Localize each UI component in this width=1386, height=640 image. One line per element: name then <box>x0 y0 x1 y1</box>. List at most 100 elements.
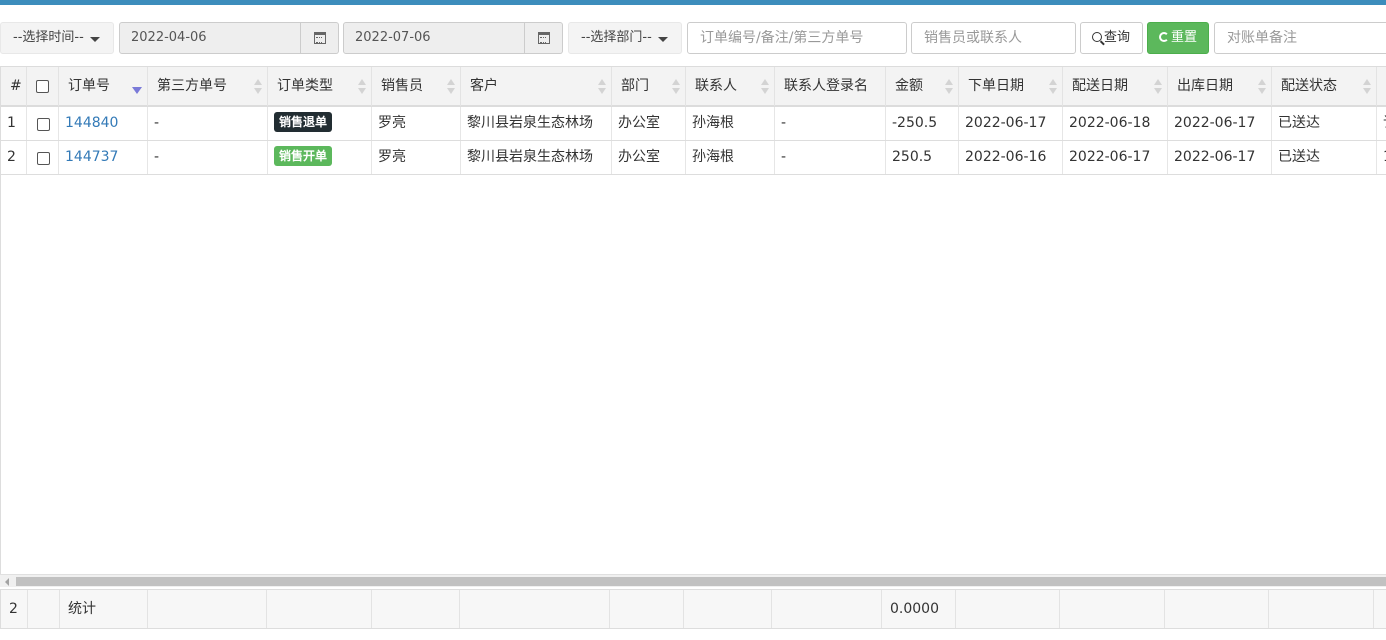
horizontal-scrollbar[interactable] <box>0 574 1386 587</box>
header-outbound-date-label: 出库日期 <box>1177 78 1233 94</box>
overflow-cell: 订 <box>1377 107 1386 140</box>
contact-cell: 孙海根 <box>686 141 775 174</box>
delivery-status-cell: 已送达 <box>1272 141 1377 174</box>
query-button[interactable]: 查询 <box>1080 22 1143 54</box>
order-no-cell: 144840 <box>59 107 148 140</box>
sort-icon <box>1258 79 1266 95</box>
delivery-date-cell: 2022-06-17 <box>1063 141 1168 174</box>
footer-empty-cell <box>460 590 610 628</box>
sort-icon <box>358 79 366 95</box>
footer-empty-cell <box>1165 590 1269 628</box>
header-order-date[interactable]: 下单日期 <box>959 67 1063 106</box>
footer-label: 统计 <box>60 590 148 628</box>
calendar-icon <box>314 32 326 44</box>
footer-empty-cell <box>1269 590 1374 628</box>
order-date-cell: 2022-06-16 <box>959 141 1063 174</box>
end-date-calendar-button[interactable] <box>525 22 563 54</box>
sort-icon <box>1049 79 1057 95</box>
sort-icon <box>672 79 680 95</box>
footer-count: 2 <box>1 590 28 628</box>
department-select[interactable]: --选择部门-- <box>568 22 682 54</box>
order-search-input[interactable] <box>700 30 906 46</box>
header-contact[interactable]: 联系人 <box>686 67 775 106</box>
footer-total-amount: 0.0000 <box>882 590 956 628</box>
delivery-status-cell: 已送达 <box>1272 107 1377 140</box>
table-header: # 订单号 第三方单号 订单类型 销售员 客户 部门 联系人 联系人登录名 金额… <box>1 66 1386 107</box>
delivery-date-cell: 2022-06-18 <box>1063 107 1168 140</box>
header-salesperson[interactable]: 销售员 <box>372 67 461 106</box>
row-checkbox[interactable] <box>37 118 50 131</box>
footer-empty-cell <box>610 590 684 628</box>
statement-note-field[interactable] <box>1214 22 1386 54</box>
header-contact-login-label: 联系人登录名 <box>784 78 868 94</box>
header-outbound-date[interactable]: 出库日期 <box>1168 67 1272 106</box>
header-customer[interactable]: 客户 <box>461 67 612 106</box>
order-no-cell: 144737 <box>59 141 148 174</box>
sales-search-input[interactable] <box>924 30 1075 46</box>
order-no-link[interactable]: 144737 <box>65 149 118 165</box>
footer-empty-cell <box>372 590 460 628</box>
order-search-field[interactable] <box>687 22 907 54</box>
chevron-down-icon <box>658 37 668 42</box>
header-order-type[interactable]: 订单类型 <box>268 67 372 106</box>
third-party-no-cell: - <box>148 141 268 174</box>
header-contact-label: 联系人 <box>695 78 737 94</box>
header-department[interactable]: 部门 <box>612 67 686 106</box>
chevron-down-icon <box>90 37 100 42</box>
contact-login-cell: - <box>775 107 886 140</box>
table-footer-summary: 2 统计 0.0000 <box>0 589 1386 629</box>
footer-empty-cell <box>148 590 267 628</box>
calendar-icon <box>538 32 550 44</box>
end-date-input[interactable]: 2022-07-06 <box>343 22 525 54</box>
order-no-link[interactable]: 144840 <box>65 115 118 131</box>
header-amount[interactable]: 金额 <box>886 67 959 106</box>
salesperson-cell: 罗亮 <box>372 107 461 140</box>
contact-cell: 孙海根 <box>686 107 775 140</box>
header-delivery-status[interactable]: 配送状态 <box>1272 67 1377 106</box>
start-date-input[interactable]: 2022-04-06 <box>119 22 301 54</box>
table-row[interactable]: 1 144840 - 销售退单 罗亮 黎川县岩泉生态林场 办公室 孙海根 - -… <box>1 107 1386 141</box>
scrollbar-thumb[interactable] <box>16 577 1386 586</box>
select-all-checkbox[interactable] <box>36 80 49 93</box>
sort-icon <box>945 79 953 95</box>
filter-toolbar: --选择时间-- 2022-04-06 2022-07-06 --选择部门-- … <box>0 22 1386 56</box>
outbound-date-cell: 2022-06-17 <box>1168 107 1272 140</box>
order-type-cell: 销售开单 <box>268 141 372 174</box>
order-type-cell: 销售退单 <box>268 107 372 140</box>
overflow-cell: 1( <box>1377 141 1386 174</box>
header-order-no[interactable]: 订单号 <box>59 67 148 106</box>
scroll-left-arrow-icon[interactable] <box>5 578 9 586</box>
department-select-label: --选择部门-- <box>581 30 652 45</box>
statement-note-input[interactable] <box>1227 30 1386 46</box>
orders-table: # 订单号 第三方单号 订单类型 销售员 客户 部门 联系人 联系人登录名 金额… <box>0 66 1386 576</box>
header-order-type-label: 订单类型 <box>277 78 333 94</box>
time-range-select[interactable]: --选择时间-- <box>0 22 114 54</box>
end-date-value: 2022-07-06 <box>355 30 431 45</box>
start-date-calendar-button[interactable] <box>301 22 339 54</box>
reset-button[interactable]: 重置 <box>1147 22 1209 54</box>
contact-login-cell: - <box>775 141 886 174</box>
header-third-party-no[interactable]: 第三方单号 <box>148 67 268 106</box>
header-index: # <box>1 67 27 106</box>
sales-search-field[interactable] <box>911 22 1076 54</box>
order-type-badge: 销售退单 <box>274 112 333 132</box>
header-salesperson-label: 销售员 <box>381 78 423 94</box>
footer-empty-cell <box>684 590 772 628</box>
refresh-icon <box>1159 32 1169 42</box>
outbound-date-cell: 2022-06-17 <box>1168 141 1272 174</box>
customer-cell: 黎川县岩泉生态林场 <box>461 107 612 140</box>
footer-empty-cell <box>267 590 372 628</box>
salesperson-cell: 罗亮 <box>372 141 461 174</box>
table-row[interactable]: 2 144737 - 销售开单 罗亮 黎川县岩泉生态林场 办公室 孙海根 - 2… <box>1 141 1386 175</box>
sort-icon <box>761 79 769 95</box>
row-checkbox[interactable] <box>37 152 50 165</box>
reset-button-label: 重置 <box>1171 30 1198 45</box>
header-contact-login[interactable]: 联系人登录名 <box>775 67 886 106</box>
search-icon <box>1092 32 1102 42</box>
sort-icon <box>598 79 606 95</box>
header-delivery-date[interactable]: 配送日期 <box>1063 67 1168 106</box>
row-select-cell <box>27 141 59 174</box>
footer-empty-cell <box>1374 590 1386 628</box>
row-select-cell <box>27 107 59 140</box>
order-date-cell: 2022-06-17 <box>959 107 1063 140</box>
